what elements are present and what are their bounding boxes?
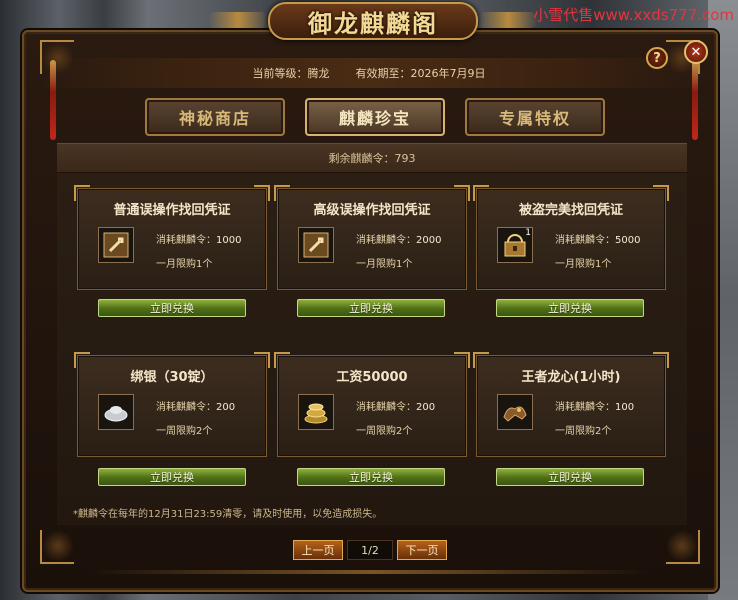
item-limit: 一月限购1个 — [156, 259, 213, 270]
tab-qilin-treasure[interactable]: 麒麟珍宝 — [305, 98, 445, 136]
shop-item-card: 王者龙心(1小时) 消耗麒麟令：100 一周限购2个 — [473, 352, 669, 457]
shop-item-card: 绑银（30锭） 消耗麒麟令：200 一周限购2个 — [74, 352, 270, 457]
pagination: 上一页 1/2 下一页 — [293, 540, 447, 560]
item-limit: 一周限购2个 — [555, 426, 612, 437]
item-title: 高级误操作找回凭证 — [313, 203, 431, 218]
window-title: 御龙麒麟阁 — [268, 2, 478, 40]
title-ornament — [208, 12, 268, 28]
redeem-button[interactable]: 立即兑换 — [98, 468, 246, 486]
item-title: 被盗完美找回凭证 — [518, 203, 623, 218]
dragon-heart-icon[interactable] — [497, 394, 533, 430]
redeem-button[interactable]: 立即兑换 — [98, 299, 246, 317]
cost-label: 消耗麒麟令： — [156, 402, 216, 413]
item-cost: 消耗麒麟令：1000 — [156, 231, 241, 246]
item-limit: 一月限购1个 — [356, 259, 413, 270]
silver-ingot-icon[interactable] — [98, 394, 134, 430]
shop-item-card: 被盗完美找回凭证 1 消耗麒麟令：5000 一月限购1个 — [473, 185, 669, 290]
item-count-badge: 1 — [525, 228, 531, 238]
corner-ornament — [666, 530, 700, 564]
cost-value: 2000 — [416, 235, 442, 246]
bottom-ornament — [90, 570, 650, 574]
remaining-tokens: 剩余麒麟令： 793 — [57, 143, 687, 173]
wrench-scroll-icon[interactable] — [98, 227, 134, 263]
redeem-button[interactable]: 立即兑换 — [496, 468, 644, 486]
cost-value: 1000 — [216, 235, 242, 246]
cost-value: 5000 — [615, 235, 641, 246]
corner-ornament — [40, 530, 74, 564]
cost-value: 200 — [216, 402, 236, 413]
page-indicator: 1/2 — [347, 540, 393, 560]
header-info: 当前等级：腾龙 有效期至：2026年7月9日 — [40, 58, 698, 88]
next-page-button[interactable]: 下一页 — [397, 540, 447, 560]
gold-coins-icon[interactable] — [298, 394, 334, 430]
item-limit: 一周限购2个 — [356, 426, 413, 437]
shop-item-card: 普通误操作找回凭证 消耗麒麟令：1000 一月限购1个 — [74, 185, 270, 290]
reset-notice: *麒麟令在每年的12月31日23:59清零，请及时使用，以免造成损失。 — [73, 509, 383, 520]
prev-page-button[interactable]: 上一页 — [293, 540, 343, 560]
right-tassel — [692, 60, 698, 140]
window-title-text: 御龙麒麟阁 — [308, 8, 438, 38]
cost-value: 100 — [615, 402, 635, 413]
expiry-label: 有效期至： — [355, 67, 411, 80]
cost-label: 消耗麒麟令： — [356, 235, 416, 246]
tab-mystery-shop[interactable]: 神秘商店 — [145, 98, 285, 136]
item-cost: 消耗麒麟令：5000 — [555, 231, 640, 246]
item-cost: 消耗麒麟令：2000 — [356, 231, 441, 246]
shop-item-card: 高级误操作找回凭证 消耗麒麟令：2000 一月限购1个 — [274, 185, 470, 290]
item-title: 王者龙心(1小时) — [521, 370, 621, 385]
level-value: 腾龙 — [307, 67, 330, 80]
item-limit: 一周限购2个 — [156, 426, 213, 437]
item-cost: 消耗麒麟令：200 — [156, 398, 235, 413]
remaining-label: 剩余麒麟令： — [328, 152, 395, 165]
cost-label: 消耗麒麟令： — [156, 235, 216, 246]
cost-label: 消耗麒麟令： — [555, 235, 615, 246]
cost-label: 消耗麒麟令： — [555, 402, 615, 413]
level-info: 当前等级：腾龙 — [253, 65, 330, 81]
expiry-value: 2026年7月9日 — [410, 67, 486, 80]
tab-bar: 神秘商店 麒麟珍宝 专属特权 — [145, 98, 605, 136]
left-tassel — [50, 60, 56, 140]
item-title: 工资50000 — [336, 370, 408, 385]
corner-ornament — [40, 40, 74, 74]
shop-item-card: 工资50000 消耗麒麟令：200 一周限购2个 — [274, 352, 470, 457]
redeem-button[interactable]: 立即兑换 — [297, 299, 445, 317]
help-button[interactable]: ? — [646, 47, 668, 69]
level-label: 当前等级： — [252, 67, 308, 80]
redeem-button[interactable]: 立即兑换 — [496, 299, 644, 317]
item-cost: 消耗麒麟令：100 — [555, 398, 634, 413]
remaining-value: 793 — [394, 151, 416, 165]
wrench-scroll-icon[interactable] — [298, 227, 334, 263]
item-title: 绑银（30锭） — [130, 370, 214, 385]
redeem-button[interactable]: 立即兑换 — [297, 468, 445, 486]
title-ornament — [478, 12, 538, 28]
treasure-box-icon[interactable]: 1 — [497, 227, 533, 263]
tab-exclusive-privilege[interactable]: 专属特权 — [465, 98, 605, 136]
close-button[interactable]: ✕ — [684, 40, 708, 64]
item-limit: 一月限购1个 — [555, 259, 612, 270]
cost-label: 消耗麒麟令： — [356, 402, 416, 413]
watermark: 小雪代售www.xxds777.com — [533, 6, 734, 24]
item-title: 普通误操作找回凭证 — [113, 203, 231, 218]
cost-value: 200 — [416, 402, 436, 413]
item-cost: 消耗麒麟令：200 — [356, 398, 435, 413]
expiry-info: 有效期至：2026年7月9日 — [356, 65, 486, 81]
